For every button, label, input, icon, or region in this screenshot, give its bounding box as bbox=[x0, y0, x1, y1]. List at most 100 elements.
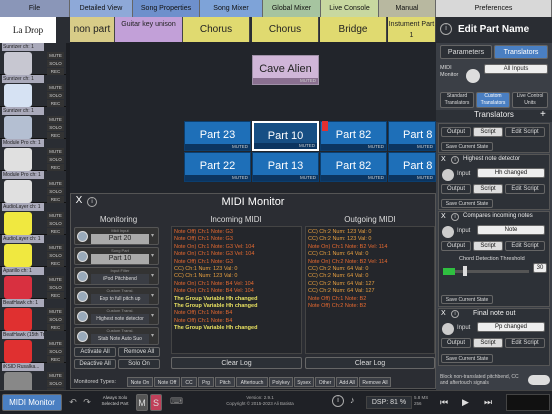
close-icon[interactable]: X bbox=[441, 156, 446, 163]
info-icon[interactable]: i bbox=[440, 23, 452, 35]
play-icon[interactable]: ▶ bbox=[462, 394, 476, 411]
all-inputs-select[interactable]: All Inputs bbox=[484, 64, 548, 74]
part-8[interactable]: Part 8 MUTED bbox=[388, 121, 436, 151]
save-state-button[interactable]: Save Current State bbox=[441, 295, 493, 304]
type-button[interactable]: Sysex bbox=[294, 377, 314, 387]
part-82-b[interactable]: Part 82 MUTED bbox=[320, 152, 387, 182]
monitor-row[interactable]: Custom Transl. Exp to full pitch up ▾ bbox=[74, 287, 159, 305]
solo-button[interactable]: SOLO bbox=[47, 316, 64, 323]
mute-button[interactable]: MUTE bbox=[47, 276, 64, 283]
toggle-icon[interactable] bbox=[442, 226, 454, 238]
section-chorus-1[interactable]: Chorus bbox=[183, 17, 250, 42]
next-icon[interactable]: ⏭ bbox=[484, 394, 498, 411]
menu-global-mixer[interactable]: Global Mixer bbox=[263, 0, 321, 17]
solo-on-button[interactable]: Solo On bbox=[118, 359, 160, 369]
solo-selected-label[interactable]: Always Solo Selected Part bbox=[96, 395, 134, 407]
mute-button[interactable]: MUTE bbox=[47, 308, 64, 315]
rec-button[interactable]: REC bbox=[47, 132, 64, 139]
midi-monitor-toggle[interactable] bbox=[466, 69, 480, 83]
monitor-toggle-icon[interactable] bbox=[77, 291, 88, 302]
solo-button[interactable]: SOLO bbox=[47, 124, 64, 131]
tab-live-control-units[interactable]: Live Control Units bbox=[512, 92, 548, 108]
rec-button[interactable]: REC bbox=[47, 164, 64, 171]
type-button[interactable]: Pitch bbox=[215, 377, 235, 387]
edit-script-button[interactable]: Edit Script bbox=[505, 184, 545, 194]
part-22[interactable]: Part 22 MUTED bbox=[184, 152, 251, 182]
solo-button[interactable]: SOLO bbox=[47, 380, 64, 387]
monitor-row[interactable]: Midi Input Part 20 ▾ bbox=[74, 227, 159, 245]
clear-incoming-log-button[interactable]: Clear Log bbox=[171, 357, 302, 369]
menu-live-console[interactable]: Live Console bbox=[321, 0, 379, 17]
rec-button[interactable]: REC bbox=[47, 356, 64, 363]
section-chorus-2[interactable]: Chorus bbox=[252, 17, 319, 42]
type-button[interactable]: Remove All bbox=[359, 377, 391, 387]
previous-icon[interactable]: ⏮ bbox=[440, 394, 454, 411]
track-row[interactable]: Module Pro ch: 1 MUTE SOLO REC bbox=[0, 139, 66, 171]
close-icon[interactable]: X bbox=[441, 213, 446, 220]
save-state-button[interactable]: Save Current State bbox=[441, 199, 493, 208]
undo-icon[interactable]: ↶ bbox=[66, 394, 80, 411]
track-row[interactable]: Sunrizer ch: 1 MUTE SOLO REC bbox=[0, 75, 66, 107]
save-state-button[interactable]: Save Current State bbox=[441, 354, 493, 363]
mute-button[interactable]: MUTE bbox=[47, 212, 64, 219]
activate-all-button[interactable]: Activate All bbox=[74, 347, 116, 357]
mute-button[interactable]: MUTE bbox=[47, 84, 64, 91]
monitor-toggle-icon[interactable] bbox=[77, 231, 88, 242]
type-button[interactable]: Other bbox=[315, 377, 335, 387]
menu-detailed-view[interactable]: Detailed View bbox=[70, 0, 133, 17]
mute-button[interactable]: MUTE bbox=[47, 372, 64, 379]
cave-alien-part[interactable]: Cave Alien MUTED bbox=[252, 55, 319, 85]
info-icon[interactable]: i bbox=[332, 395, 344, 407]
menu-manual[interactable]: Manual bbox=[379, 0, 436, 17]
close-icon[interactable]: X bbox=[441, 310, 446, 317]
part-10-selected[interactable]: Part 10 MUTED bbox=[252, 121, 319, 151]
slider-handle[interactable] bbox=[463, 266, 467, 276]
deactive-all-button[interactable]: Deactive All bbox=[74, 359, 116, 369]
midi-monitor-button[interactable]: MIDI Monitor bbox=[2, 394, 62, 411]
record-slot[interactable] bbox=[506, 394, 550, 411]
type-button[interactable]: Note Off bbox=[154, 377, 180, 387]
pp-changed-field[interactable]: Pp changed bbox=[477, 322, 545, 332]
track-row[interactable]: AudioLayer ch: 1 MUTE SOLO REC bbox=[0, 235, 66, 267]
mute-button[interactable]: MUTE bbox=[47, 52, 64, 59]
toggle-icon[interactable] bbox=[442, 323, 454, 335]
solo-button[interactable]: SOLO bbox=[47, 60, 64, 67]
block-signals-toggle[interactable] bbox=[528, 375, 550, 385]
remove-all-button[interactable]: Remove All bbox=[118, 347, 160, 357]
solo-button[interactable]: S bbox=[150, 394, 162, 411]
type-button[interactable]: Aftertouch bbox=[236, 377, 268, 387]
section-guitar-key-unison[interactable]: Guitar key unison bbox=[115, 17, 183, 42]
solo-button[interactable]: SOLO bbox=[47, 252, 64, 259]
part-23[interactable]: Part 23 MUTED bbox=[184, 121, 251, 151]
track-row[interactable]: AudioLayer ch: 1 MUTE SOLO REC bbox=[0, 203, 66, 235]
add-icon[interactable]: + bbox=[540, 109, 546, 120]
tab-standard-translators[interactable]: Standard Translators bbox=[440, 92, 474, 108]
part-13[interactable]: Part 13 MUTED bbox=[252, 152, 319, 182]
tab-custom-translators[interactable]: Custom Translators bbox=[476, 92, 510, 108]
rec-button[interactable]: REC bbox=[47, 68, 64, 75]
section-instrument-part-1[interactable]: Instument Part 1 bbox=[388, 17, 436, 42]
rec-button[interactable]: REC bbox=[47, 260, 64, 267]
track-row[interactable]: BeatHawk ch: 1 MUTE SOLO REC bbox=[0, 299, 66, 331]
edit-script-button[interactable]: Edit Script bbox=[505, 127, 545, 137]
part-8-b[interactable]: Part 8 MUTED bbox=[388, 152, 436, 182]
monitor-toggle-icon[interactable] bbox=[77, 271, 88, 282]
mute-button[interactable]: MUTE bbox=[47, 340, 64, 347]
toggle-icon[interactable] bbox=[442, 169, 454, 181]
rec-button[interactable]: REC bbox=[47, 228, 64, 235]
mute-button[interactable]: MUTE bbox=[47, 244, 64, 251]
menu-preferences[interactable]: Preferences bbox=[436, 0, 552, 17]
solo-button[interactable]: SOLO bbox=[47, 188, 64, 195]
edit-script-button[interactable]: Edit Script bbox=[505, 338, 545, 348]
track-row[interactable]: Aparillo ch: 1 MUTE SOLO REC bbox=[0, 267, 66, 299]
clear-outgoing-log-button[interactable]: Clear Log bbox=[305, 357, 435, 369]
type-button[interactable]: Polykey bbox=[269, 377, 293, 387]
threshold-field[interactable]: 30 bbox=[533, 263, 547, 273]
solo-button[interactable]: SOLO bbox=[47, 92, 64, 99]
output-button[interactable]: Output bbox=[441, 338, 471, 348]
solo-button[interactable]: SOLO bbox=[47, 220, 64, 227]
track-row[interactable]: Sunrizer ch: 1 MUTE SOLO REC bbox=[0, 107, 66, 139]
menu-song-properties[interactable]: Song Properties bbox=[133, 0, 200, 17]
info-icon[interactable]: i bbox=[451, 156, 459, 164]
monitor-row[interactable]: Custom Transl. Highest note detector ▾ bbox=[74, 307, 159, 325]
